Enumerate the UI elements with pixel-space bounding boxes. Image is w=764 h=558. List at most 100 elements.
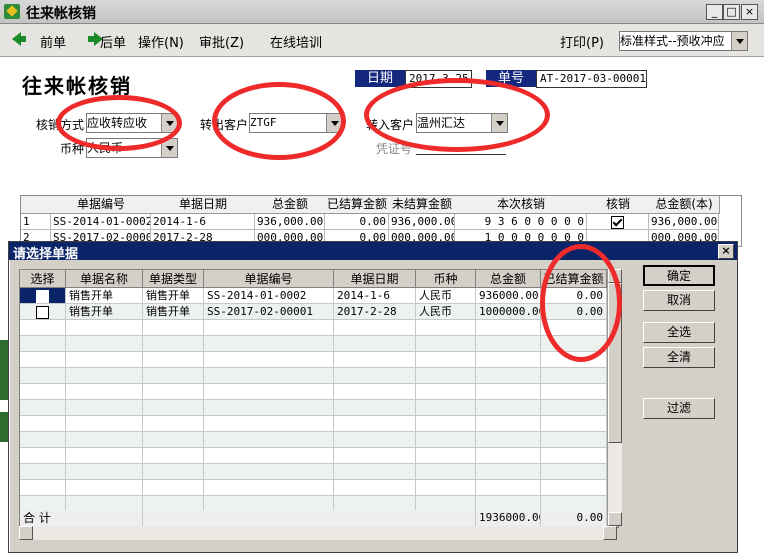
bg-grid-corner <box>21 196 52 214</box>
prev-button[interactable]: 前单 <box>40 32 66 51</box>
empty-cell <box>476 400 541 416</box>
window-title: 往来帐核销 <box>26 6 96 22</box>
empty-cell <box>66 464 143 480</box>
bg-grid-header: 本次核销 <box>455 196 588 214</box>
bg-cell: 936,000.00 <box>649 214 719 230</box>
scroll-left-button[interactable] <box>19 526 33 540</box>
empty-cell <box>416 384 476 400</box>
operate-menu[interactable]: 操作(N) <box>138 32 184 51</box>
scroll-up-button[interactable] <box>608 269 622 283</box>
bg-cell: 0.00 <box>325 214 389 230</box>
empty-cell <box>541 352 607 368</box>
empty-cell <box>541 448 607 464</box>
ok-button[interactable]: 确定 <box>643 265 715 286</box>
select-all-button[interactable]: 全选 <box>643 322 715 343</box>
empty-cell <box>20 320 66 336</box>
column-header[interactable]: 币种 <box>416 270 476 288</box>
currency-select[interactable]: 人民币 <box>86 138 178 158</box>
checkbox-icon[interactable] <box>36 305 49 319</box>
column-header[interactable]: 单据类型 <box>143 270 204 288</box>
empty-cell <box>143 384 204 400</box>
chevron-down-icon[interactable] <box>161 139 177 157</box>
empty-cell <box>334 416 416 432</box>
grid-cell: 0.00 <box>541 304 607 320</box>
empty-cell <box>143 432 204 448</box>
empty-cell <box>66 432 143 448</box>
dialog-close-button[interactable]: × <box>718 244 734 259</box>
maximize-button[interactable]: □ <box>723 4 740 20</box>
prev-arrow-icon <box>12 32 26 46</box>
checkbox-checked-icon[interactable] <box>611 215 624 229</box>
audit-menu[interactable]: 审批(Z) <box>199 32 244 51</box>
select-cell[interactable] <box>20 288 66 304</box>
date-label: 日期 <box>355 70 405 87</box>
column-header[interactable]: 单据日期 <box>334 270 416 288</box>
empty-cell <box>416 336 476 352</box>
template-select-value: 标准样式--预收冲应 <box>620 34 725 48</box>
empty-cell <box>204 320 334 336</box>
scroll-thumb[interactable] <box>608 283 622 443</box>
empty-cell <box>20 336 66 352</box>
method-select-value: 应收转应收 <box>87 116 148 130</box>
empty-cell <box>334 432 416 448</box>
window-title-bar: 往来帐核销 _ □ × <box>0 0 764 24</box>
chevron-down-icon[interactable] <box>491 114 507 132</box>
grid-cell: 1000000.00 <box>476 304 541 320</box>
empty-cell <box>476 432 541 448</box>
method-select[interactable]: 应收转应收 <box>86 113 178 133</box>
grid-cell: 936000.00 <box>476 288 541 304</box>
scroll-down-button[interactable] <box>608 512 622 526</box>
in-customer-select[interactable]: 温州汇达 <box>416 113 508 133</box>
template-select[interactable]: 标准样式--预收冲应 <box>619 31 748 51</box>
empty-cell <box>66 336 143 352</box>
empty-cell <box>66 320 143 336</box>
minimize-button[interactable]: _ <box>706 4 723 20</box>
bg-grid-header: 总金额 <box>255 196 326 214</box>
column-header[interactable]: 总金额 <box>476 270 541 288</box>
empty-cell <box>143 480 204 496</box>
empty-cell <box>334 384 416 400</box>
voucher-field[interactable] <box>416 140 506 155</box>
vertical-scrollbar[interactable] <box>607 269 622 526</box>
background-grid: 单据编号 单据日期 总金额 已结算金额 未结算金额 本次核销 核销 总金额(本)… <box>20 195 742 247</box>
chevron-down-icon[interactable] <box>731 32 747 50</box>
footer-spacer <box>143 510 476 527</box>
column-header[interactable]: 单据编号 <box>204 270 334 288</box>
filter-button[interactable]: 过滤 <box>643 398 715 419</box>
bg-grid-header: 核销 <box>587 196 650 214</box>
currency-label: 币种 <box>60 142 85 156</box>
chevron-down-icon[interactable] <box>326 114 342 132</box>
clear-all-button[interactable]: 全清 <box>643 347 715 368</box>
bg-cell: 2014-1-6 <box>151 214 255 230</box>
horizontal-scrollbar[interactable] <box>19 526 617 540</box>
empty-cell <box>143 464 204 480</box>
empty-cell <box>143 336 204 352</box>
select-cell[interactable] <box>20 304 66 320</box>
empty-cell <box>20 464 66 480</box>
column-header[interactable]: 已结算金额 <box>541 270 607 288</box>
empty-cell <box>66 416 143 432</box>
doc-no-field[interactable]: AT-2017-03-00001 <box>536 70 647 88</box>
bg-checkbox-cell[interactable] <box>587 214 649 230</box>
date-field[interactable]: 2017-3-25 <box>405 70 472 88</box>
empty-cell <box>143 320 204 336</box>
scroll-right-button[interactable] <box>603 526 617 540</box>
empty-cell <box>143 400 204 416</box>
column-header[interactable]: 选择 <box>20 270 66 288</box>
next-button[interactable]: 后单 <box>100 32 126 51</box>
checkbox-icon[interactable] <box>36 289 49 303</box>
total-label: 合 计 <box>20 510 143 527</box>
online-training-button[interactable]: 在线培训 <box>270 32 322 51</box>
grid-cell: 人民币 <box>416 288 476 304</box>
close-button[interactable]: × <box>741 4 758 20</box>
cancel-button[interactable]: 取消 <box>643 290 715 311</box>
out-customer-select[interactable]: ZTGF <box>249 113 343 133</box>
empty-cell <box>476 352 541 368</box>
total-settled: 0.00 <box>541 510 607 527</box>
in-customer-label: 转入客户 <box>366 118 415 132</box>
chevron-down-icon[interactable] <box>161 114 177 132</box>
column-header[interactable]: 单据名称 <box>66 270 143 288</box>
total-amount: 1936000.00 <box>476 510 541 527</box>
empty-cell <box>66 448 143 464</box>
print-menu[interactable]: 打印(P) <box>560 32 604 51</box>
